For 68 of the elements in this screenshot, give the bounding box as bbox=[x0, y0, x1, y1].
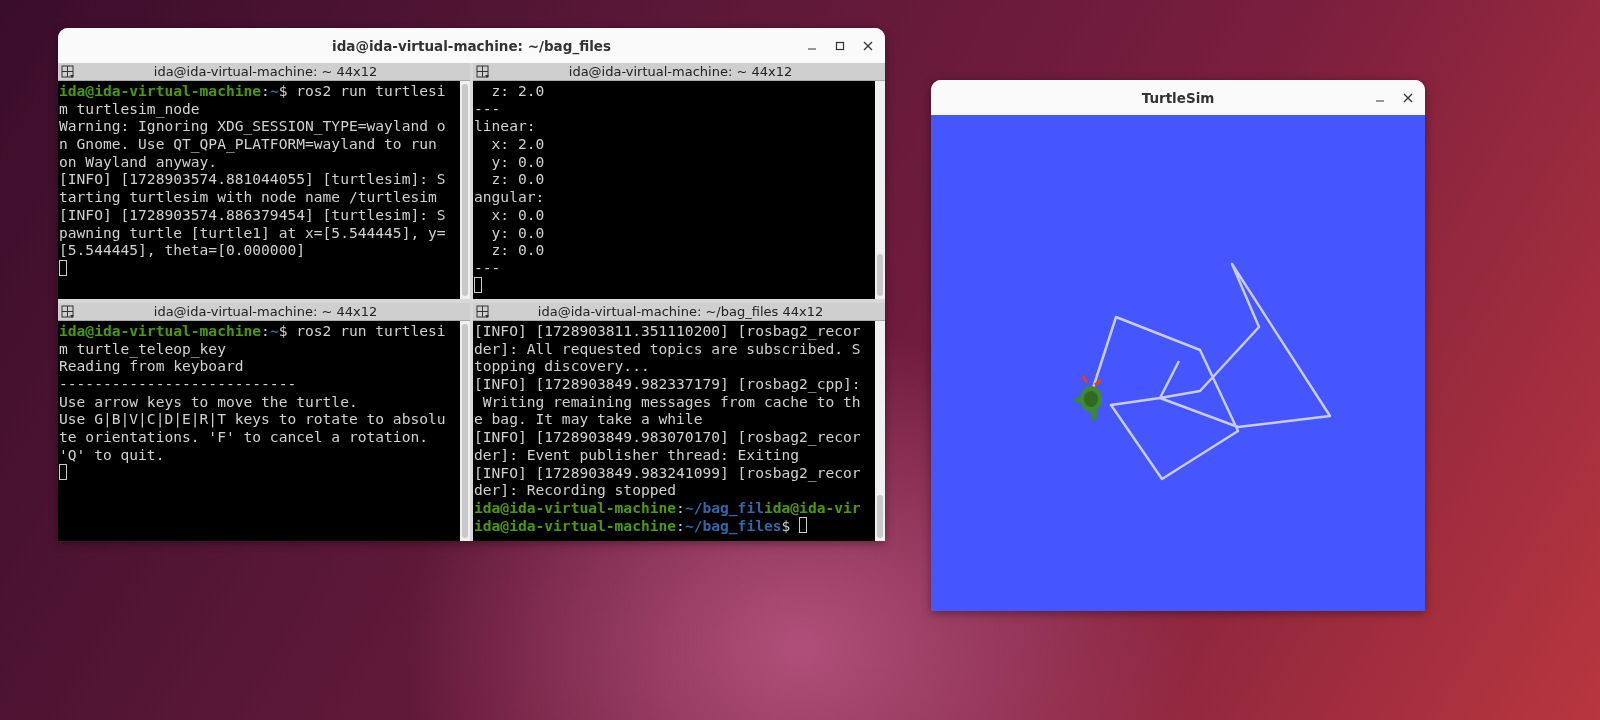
terminal-text: Writing remaining messages from cache to th bbox=[481, 392, 861, 411]
pane-title: ida@ida-virtual-machine: ~ 44x12 bbox=[567, 64, 794, 79]
terminal-text: --------------------------- bbox=[59, 375, 297, 393]
terminal-text: z: 0.0 bbox=[490, 170, 545, 189]
pane-title: ida@ida-virtual-machine: ~ 44x12 bbox=[152, 304, 379, 319]
split-menu-icon[interactable] bbox=[476, 64, 490, 79]
terminal-text: : bbox=[676, 498, 685, 517]
split-menu-icon[interactable] bbox=[61, 304, 75, 319]
terminal-text: der]: All requested topics are subscribed. S bbox=[474, 339, 861, 358]
pane-title: ida@ida-virtual-machine: ~ 44x12 bbox=[152, 64, 379, 79]
terminal-text: [INFO] [1728903574.886379454] [turtlesim]: S bbox=[59, 205, 446, 224]
scrollbar[interactable] bbox=[875, 321, 885, 541]
terminal-text: m turtle_teleop_key bbox=[59, 339, 226, 358]
terminal-text: ida@ida-virtual-machine bbox=[474, 498, 677, 517]
terminal-text: topping discovery... bbox=[474, 357, 650, 376]
terminal-text: tarting turtlesim with node name /turtlesim bbox=[59, 188, 437, 206]
terminal-text: : bbox=[261, 322, 270, 340]
terminal-text: : bbox=[676, 516, 685, 535]
scrollbar[interactable] bbox=[460, 321, 470, 541]
terminal-text: m turtlesim_node bbox=[59, 99, 200, 118]
terminal-text: 'Q' to quit. bbox=[59, 445, 165, 464]
terminal-text: ida@ida-virtual-machine bbox=[474, 516, 677, 535]
terminal-text: on Wayland anyway. bbox=[59, 152, 218, 171]
terminal-text: Reading from keyboard bbox=[59, 357, 244, 376]
scrollbar[interactable] bbox=[460, 81, 470, 299]
terminal-text: $ ros2 run turtlesi bbox=[278, 82, 446, 100]
terminal-text: Use G|B|V|C|D|E|R|T keys to rotate to absolu bbox=[59, 410, 446, 429]
terminal-text: x: 0.0 bbox=[490, 205, 545, 224]
turtle-icon bbox=[1074, 374, 1103, 421]
terminal-text: n Gnome. Use QT_QPA_PLATFORM=wayland to run bbox=[59, 135, 437, 153]
terminal-text: [INFO] [1728903849.982337179] [rosbag2_cpp]: bbox=[474, 375, 861, 393]
terminal-text: y: 0.0 bbox=[490, 152, 545, 171]
terminal-text: [INFO] [1728903574.881044055] [turtlesim]: S bbox=[59, 170, 446, 189]
terminal-text: : bbox=[261, 82, 270, 100]
terminal-text: ~/bag_fil bbox=[684, 498, 764, 517]
terminal-text: [5.544445], theta=[0.000000] bbox=[59, 241, 305, 259]
terminal-text: ida@ida-vir bbox=[763, 498, 861, 517]
terminal-text: x: 2.0 bbox=[490, 135, 545, 153]
terminal-text: z: 2.0 bbox=[490, 82, 545, 100]
terminal-text: $ bbox=[781, 516, 792, 535]
terminal-text: [INFO] [1728903849.983070170] [rosbag2_recor bbox=[474, 428, 861, 446]
terminal-text: te orientations. 'F' to cancel a rotation. bbox=[59, 428, 429, 446]
terminal-text: [INFO] [1728903849.983241099] [rosbag2_recor bbox=[474, 463, 861, 482]
terminal-text: der]: Recording stopped bbox=[474, 481, 677, 499]
terminal-text: ~/bag_files bbox=[684, 516, 782, 535]
terminal-text: pawning turtle [turtle1] at x=[5.544445], y= bbox=[59, 223, 446, 242]
terminal-text: der]: Event publisher thread: Exiting bbox=[474, 445, 800, 464]
window-title: ida@ida-virtual-machine: ~/bag_files bbox=[332, 37, 611, 54]
window-title: TurtleSim bbox=[1141, 89, 1215, 106]
split-menu-icon[interactable] bbox=[476, 304, 490, 319]
terminal-text: linear: bbox=[474, 117, 536, 136]
terminal-text: e bag. It may take a while bbox=[474, 410, 703, 429]
terminal-text: ~ bbox=[269, 82, 279, 100]
terminal-text: --- bbox=[474, 258, 501, 277]
terminal-text: ~ bbox=[269, 322, 279, 340]
terminal-text: ida@ida-virtual-machine bbox=[59, 322, 262, 340]
pane-title: ida@ida-virtual-machine: ~/bag_files 44x12 bbox=[536, 304, 825, 319]
terminal-text: ida@ida-virtual-machine bbox=[59, 82, 262, 100]
scrollbar[interactable] bbox=[875, 81, 885, 299]
terminal-text: y: 0.0 bbox=[490, 223, 545, 242]
terminal-text: --- bbox=[474, 99, 501, 118]
terminal-text: Use arrow keys to move the turtle. bbox=[59, 392, 358, 411]
terminal-text: angular: bbox=[474, 188, 545, 206]
split-menu-icon[interactable] bbox=[61, 64, 75, 79]
terminal-text: $ ros2 run turtlesi bbox=[278, 322, 446, 340]
terminal-text: [INFO] [1728903811.351110200] [rosbag2_recor bbox=[474, 322, 861, 340]
terminal-text: Warning: Ignoring XDG_SESSION_TYPE=wayland o bbox=[59, 117, 446, 136]
terminal-text: z: 0.0 bbox=[490, 241, 545, 259]
